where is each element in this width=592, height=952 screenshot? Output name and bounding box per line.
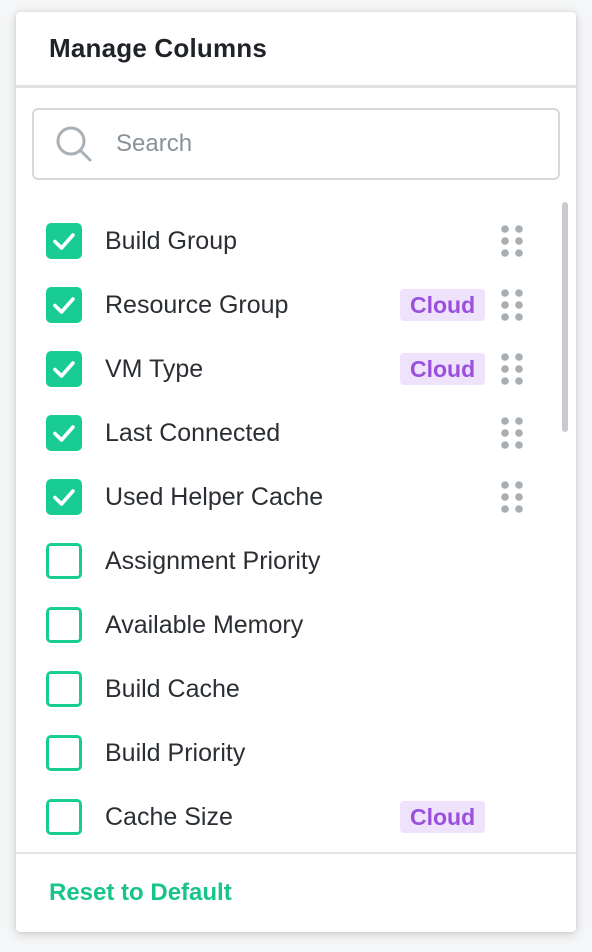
drag-handle-icon[interactable] xyxy=(500,288,524,322)
checkmark-icon xyxy=(53,489,75,506)
column-checkbox[interactable] xyxy=(46,799,82,835)
manage-columns-panel: Manage Columns Build Group Resource Group… xyxy=(16,12,576,932)
column-row[interactable]: Resource Group Cloud xyxy=(16,273,576,337)
column-row[interactable]: Cache Size Cloud xyxy=(16,785,576,849)
search-box[interactable] xyxy=(32,108,560,180)
column-label: Cache Size xyxy=(105,802,233,831)
column-row[interactable]: VM Type Cloud xyxy=(16,337,576,401)
column-checkbox[interactable] xyxy=(46,415,82,451)
column-label: Used Helper Cache xyxy=(105,482,324,511)
panel-title: Manage Columns xyxy=(49,33,268,63)
checkmark-icon xyxy=(53,233,75,250)
column-checkbox[interactable] xyxy=(46,479,82,515)
column-label: Build Priority xyxy=(105,738,246,767)
column-row[interactable]: Assignment Priority xyxy=(16,529,576,593)
column-checkbox[interactable] xyxy=(46,671,82,707)
column-row[interactable]: Last Connected xyxy=(16,401,576,465)
reset-to-default-link[interactable]: Reset to Default xyxy=(49,879,232,907)
column-row[interactable]: Build Group xyxy=(16,209,576,273)
checkmark-icon xyxy=(53,425,75,442)
cloud-badge: Cloud xyxy=(400,289,486,321)
column-checkbox[interactable] xyxy=(46,735,82,771)
panel-footer: Reset to Default xyxy=(16,852,576,932)
cloud-badge: Cloud xyxy=(400,353,486,385)
column-row[interactable]: Used Helper Cache xyxy=(16,465,576,529)
column-label: Available Memory xyxy=(105,610,304,639)
column-row[interactable]: Build Cache xyxy=(16,657,576,721)
search-input[interactable] xyxy=(114,129,498,159)
column-checkbox[interactable] xyxy=(46,287,82,323)
column-row[interactable]: Available Memory xyxy=(16,593,576,657)
drag-handle-icon[interactable] xyxy=(500,224,524,258)
checkmark-icon xyxy=(53,297,75,314)
drag-handle-icon[interactable] xyxy=(500,352,524,386)
column-label: Last Connected xyxy=(105,418,281,447)
column-label: Build Group xyxy=(105,226,238,255)
search-icon xyxy=(52,122,96,166)
column-label: VM Type xyxy=(105,354,204,383)
column-list: Build Group Resource Group Cloud VM Type Clo… xyxy=(16,197,576,852)
column-label: Build Cache xyxy=(105,674,240,703)
column-checkbox[interactable] xyxy=(46,351,82,387)
scrollbar[interactable] xyxy=(562,202,568,432)
drag-handle-icon[interactable] xyxy=(500,480,524,514)
column-label: Assignment Priority xyxy=(105,546,321,575)
cloud-badge: Cloud xyxy=(400,801,486,833)
column-checkbox[interactable] xyxy=(46,223,82,259)
drag-handle-icon[interactable] xyxy=(500,416,524,450)
column-checkbox[interactable] xyxy=(46,607,82,643)
column-row[interactable]: Build Priority xyxy=(16,721,576,785)
panel-header: Manage Columns xyxy=(16,12,576,88)
column-checkbox[interactable] xyxy=(46,543,82,579)
column-label: Resource Group xyxy=(105,290,289,319)
checkmark-icon xyxy=(53,361,75,378)
